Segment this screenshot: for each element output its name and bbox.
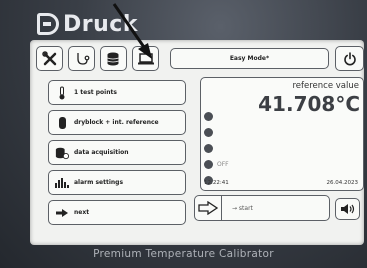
power-button[interactable]	[335, 46, 364, 71]
clock-date: 26.04.2023	[326, 180, 359, 186]
menu-test-points[interactable]: 1 test points	[48, 80, 186, 105]
mode-text: Easy Mode*	[229, 55, 270, 62]
device-footer-text: Premium Temperature Calibrator	[93, 248, 274, 260]
menu-alarm-settings[interactable]: alarm settings	[48, 170, 186, 195]
start-button[interactable]: → start	[194, 195, 330, 221]
power-icon	[343, 51, 356, 65]
reference-label: reference value	[292, 81, 359, 91]
arrow-right-icon	[55, 208, 69, 218]
status-off-label: OFF	[217, 161, 229, 168]
start-label: → start	[232, 204, 253, 212]
thermometer-icon	[55, 86, 69, 100]
start-arrow-icon	[195, 195, 222, 221]
mode-label[interactable]: Easy Mode*	[170, 48, 329, 69]
calibration-button[interactable]	[68, 46, 95, 71]
menu-label: data acquisition	[74, 149, 129, 156]
menu-next[interactable]: next	[48, 200, 186, 225]
database-icon	[106, 52, 119, 65]
menu-label: dryblock + int. reference	[74, 119, 159, 126]
touch-screen: Easy Mode* 1 test points dryblock + int.…	[30, 40, 364, 245]
reference-value: 41.708°C	[258, 92, 360, 116]
logo-text: Druck	[63, 11, 138, 37]
druck-logo: Druck	[37, 10, 138, 38]
druck-logo-icon	[37, 13, 59, 35]
status-indicator-icon	[204, 160, 213, 169]
status-indicator-icon	[204, 144, 213, 153]
menu-dryblock-reference[interactable]: dryblock + int. reference	[48, 110, 186, 135]
clock-time: 12:22:41	[204, 180, 229, 186]
database-button[interactable]	[100, 46, 127, 71]
sound-button[interactable]	[335, 198, 360, 220]
dryblock-icon	[55, 116, 69, 130]
speaker-icon	[340, 204, 354, 214]
status-indicator-icon	[204, 128, 213, 137]
reference-panel: reference value 41.708°C OFF 12:22:41 26…	[200, 77, 364, 191]
laptop-button[interactable]	[132, 46, 159, 71]
menu-label: 1 test points	[74, 89, 117, 96]
tools-button[interactable]	[36, 46, 63, 71]
status-indicator-icon	[204, 112, 213, 121]
data-acquisition-icon	[55, 146, 69, 160]
menu-label: alarm settings	[74, 179, 124, 186]
alarm-icon	[55, 177, 69, 189]
menu-data-acquisition[interactable]: data acquisition	[48, 140, 186, 165]
laptop-icon	[137, 52, 154, 64]
tools-icon	[41, 50, 56, 65]
calibration-icon	[76, 52, 89, 65]
menu-label: next	[74, 209, 90, 216]
